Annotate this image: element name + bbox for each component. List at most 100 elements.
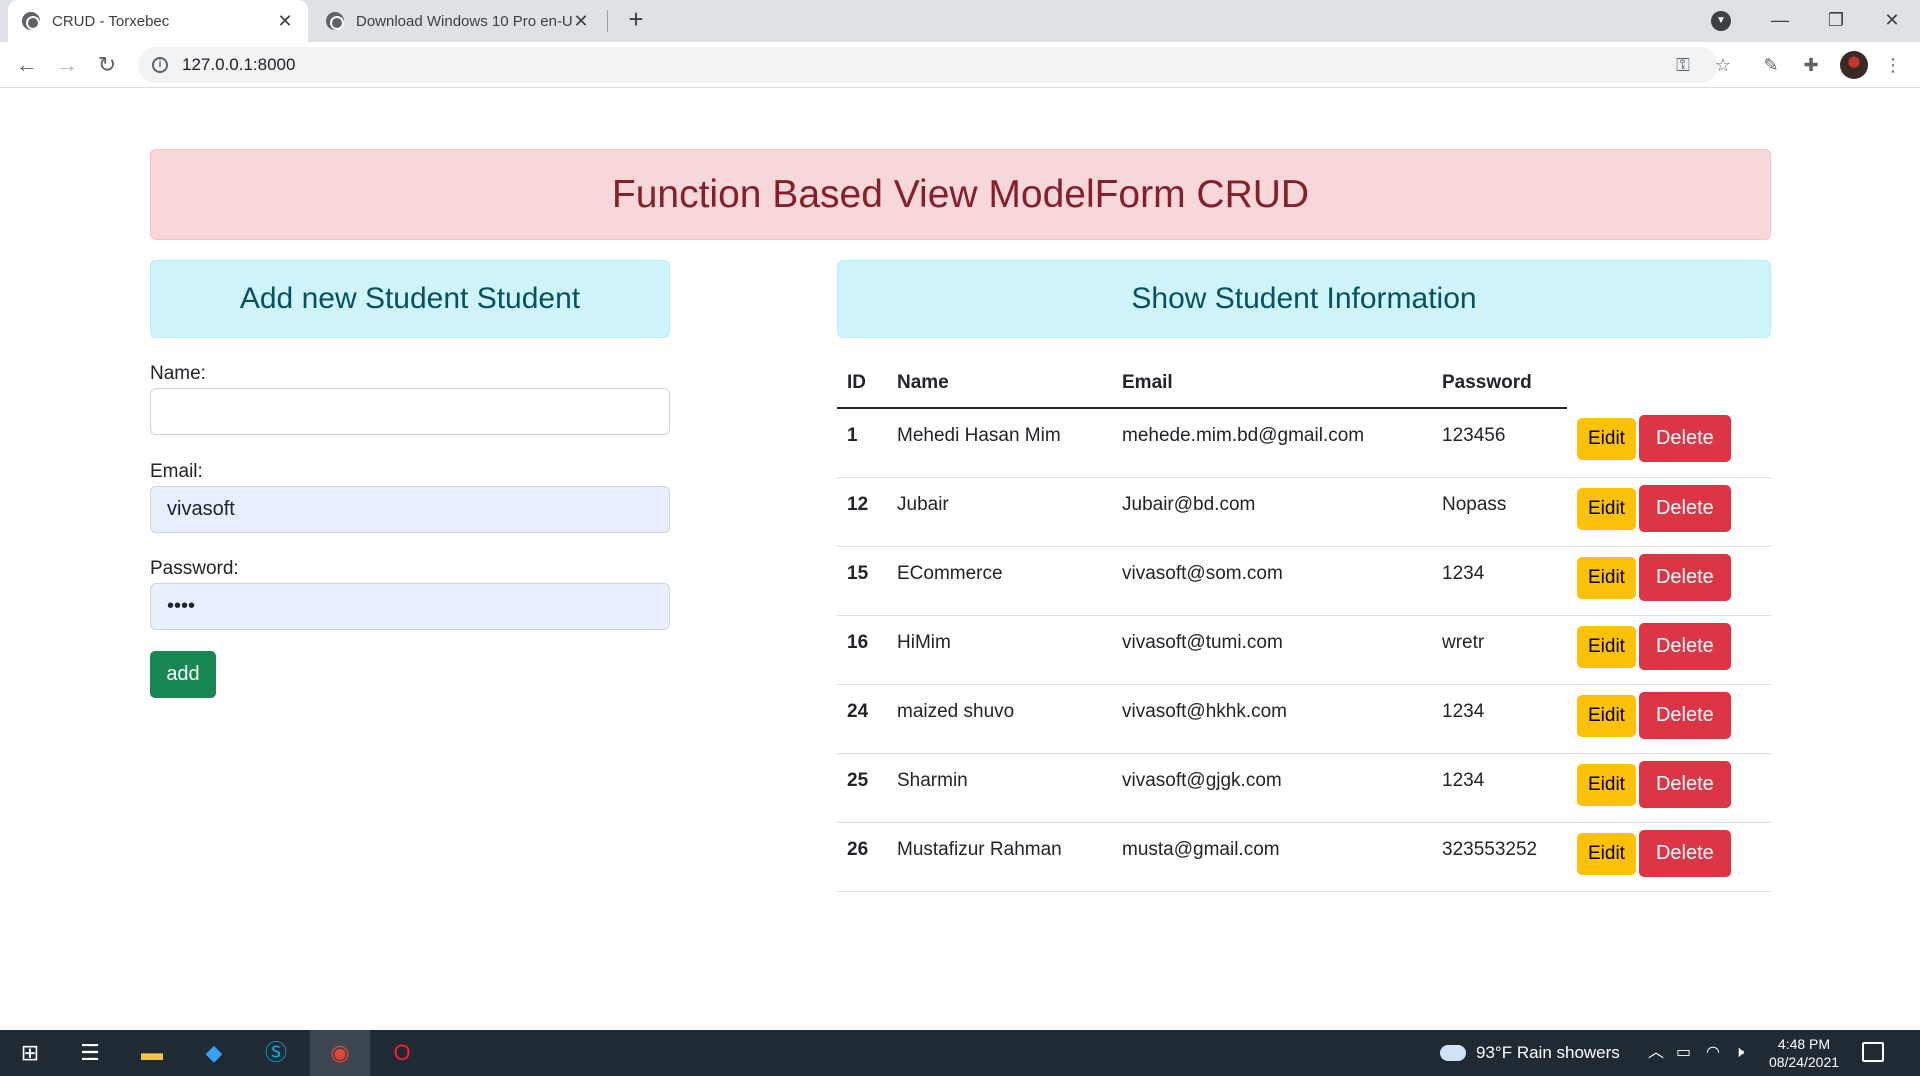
delete-button[interactable]: Delete [1638,829,1731,877]
name-label: Name: [150,363,206,384]
cell-email: mehede.mim.bd@gmail.com [1112,408,1432,478]
weather-widget[interactable]: 93°F Rain showers [1440,1030,1620,1076]
cell-actions: Eidit Delete [1567,684,1771,754]
cell-id: 24 [837,684,887,754]
delete-button[interactable]: Delete [1638,553,1731,601]
name-field[interactable] [150,388,670,435]
cell-email: vivasoft@hkhk.com [1112,684,1432,754]
edit-button[interactable]: Eidit [1577,763,1636,806]
windows-start-icon[interactable]: ⊞ [0,1030,60,1076]
cell-password: wretr [1432,615,1567,685]
cell-id: 1 [837,408,887,478]
column-header-id: ID [837,358,887,409]
edit-button[interactable]: Eidit [1577,832,1636,875]
delete-button[interactable]: Delete [1638,622,1731,670]
cell-id: 25 [837,753,887,823]
tab-title: Download Windows 10 Pro en-US [356,12,572,30]
edit-button[interactable]: Eidit [1577,487,1636,530]
file-explorer-icon[interactable]: ▬ [122,1030,182,1076]
edit-button[interactable]: Eidit [1577,556,1636,599]
cell-name: maized shuvo [887,684,1112,754]
tab-download-windows[interactable]: Download Windows 10 Pro en-US ✕ [312,0,604,42]
restore-icon[interactable]: ❐ [1808,0,1864,42]
extensions-icon[interactable]: ✚ [1798,52,1824,78]
students-table: ID Name Email Password 1 Mehedi Hasan Mi… [837,358,1771,892]
delete-button[interactable]: Delete [1638,691,1731,739]
vscode-icon[interactable]: ◆ [184,1030,244,1076]
minimize-icon[interactable]: — [1752,0,1808,42]
edit-button[interactable]: Eidit [1577,418,1636,460]
tab-separator [607,10,608,32]
tab-crud[interactable]: CRUD - Torxebec ✕ [8,0,308,42]
cell-name: HiMim [887,615,1112,685]
browser-toolbar: ← → ↻ i 127.0.0.1:8000 ⚿ ☆ ✎ ✚ ⋮ [0,42,1920,88]
page-banner: Function Based View ModelForm CRUD [150,149,1771,240]
cell-id: 26 [837,822,887,892]
add-button[interactable]: add [150,651,216,698]
table-row: 25 Sharmin vivasoft@gjgk.com 1234 Eidit D… [837,753,1771,823]
email-field[interactable]: vivasoft [150,486,670,533]
delete-button[interactable]: Delete [1638,415,1731,462]
clock-date: 08/24/2021 [1768,1054,1840,1070]
menu-icon[interactable]: ⋮ [1880,52,1906,78]
table-header-row: ID Name Email Password [837,358,1771,409]
column-header-name: Name [887,358,1112,409]
delete-button[interactable]: Delete [1638,484,1731,532]
close-icon[interactable]: ✕ [572,11,590,32]
cell-name: ECommerce [887,546,1112,616]
table-heading: Show Student Information [1131,282,1477,315]
chevron-up-icon[interactable]: ︿ [1648,1030,1664,1076]
cell-id: 15 [837,546,887,616]
key-icon[interactable]: ⚿ [1670,52,1696,78]
cell-actions: Eidit Delete [1567,822,1771,892]
chrome-icon[interactable]: ◉ [310,1030,370,1076]
cell-actions: Eidit Delete [1567,546,1771,616]
edit-button[interactable]: Eidit [1577,625,1636,668]
cell-password: 1234 [1432,684,1567,754]
forward-arrow-icon[interactable]: → [52,50,82,80]
close-window-icon[interactable]: ✕ [1864,0,1920,42]
eyedropper-icon[interactable]: ✎ [1758,52,1784,78]
password-field[interactable]: •••• [150,583,670,630]
cell-email: Jubair@bd.com [1112,477,1432,547]
reload-icon[interactable]: ↻ [92,50,122,80]
notification-icon[interactable] [1862,1042,1884,1062]
delete-button[interactable]: Delete [1638,760,1731,808]
cell-password: 1234 [1432,753,1567,823]
edit-button[interactable]: Eidit [1577,694,1636,737]
back-arrow-icon[interactable]: ← [12,50,42,80]
cell-password: 123456 [1432,408,1567,478]
browser-tab-bar: CRUD - Torxebec ✕ Download Windows 10 Pr… [0,0,1920,42]
email-label: Email: [150,461,203,482]
close-icon[interactable]: ✕ [276,11,294,32]
globe-icon [22,12,40,30]
cloud-icon [1440,1045,1466,1061]
skype-icon[interactable]: Ⓢ [246,1030,306,1076]
form-heading: Add new Student Student [239,282,581,315]
battery-icon[interactable]: ▭ [1676,1030,1691,1076]
cell-name: Mehedi Hasan Mim [887,408,1112,478]
info-icon[interactable]: i [152,57,168,73]
cell-password: 1234 [1432,546,1567,616]
volume-icon[interactable]: 🕨 [1734,1030,1744,1076]
clock[interactable]: 4:48 PM 08/24/2021 [1768,1035,1840,1071]
tab-search-icon[interactable]: ▼ [1711,11,1731,31]
cell-actions: Eidit Delete [1567,753,1771,823]
cell-name: Jubair [887,477,1112,547]
star-icon[interactable]: ☆ [1710,52,1736,78]
avatar[interactable] [1840,51,1868,79]
cell-name: Mustafizur Rahman [887,822,1112,892]
table-row: 12 Jubair Jubair@bd.com Nopass Eidit Dele… [837,477,1771,547]
address-bar[interactable]: i 127.0.0.1:8000 [138,47,1718,83]
cell-actions: Eidit Delete [1567,408,1771,478]
password-label: Password: [150,558,239,579]
table-row: 16 HiMim vivasoft@tumi.com wretr Eidit De… [837,615,1771,685]
task-view-icon[interactable]: ☰ [60,1030,120,1076]
cell-email: musta@gmail.com [1112,822,1432,892]
table-heading-box: Show Student Information [837,260,1771,338]
wifi-icon[interactable]: ◠ [1706,1030,1720,1076]
cell-actions: Eidit Delete [1567,615,1771,685]
cell-id: 12 [837,477,887,547]
new-tab-button[interactable]: + [622,6,650,34]
opera-icon[interactable]: O [372,1030,432,1076]
